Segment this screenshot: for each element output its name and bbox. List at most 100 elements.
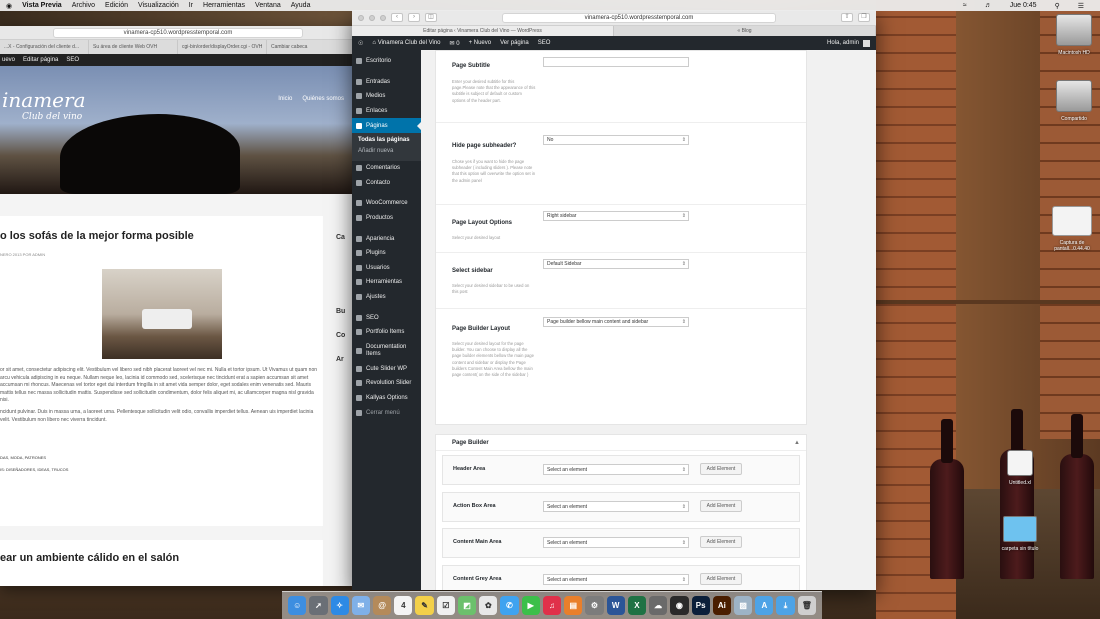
desktop-icon-compartido[interactable]: Compartido <box>1044 80 1100 122</box>
page-layout-select[interactable]: Right sidebar ⇕ <box>543 211 689 221</box>
dock-app-launchpad-icon[interactable]: ➚ <box>309 596 328 615</box>
dock-app-safari-icon[interactable]: ✧ <box>330 596 349 615</box>
hide-subheader-select[interactable]: No ⇕ <box>543 135 689 145</box>
menu-productos[interactable]: Productos <box>352 211 421 226</box>
menu-woocommerce[interactable]: WooCommerce <box>352 196 421 211</box>
dock-app-spotify-icon[interactable]: ◉ <box>670 596 689 615</box>
menu-cute-slider[interactable]: Cute Slider WP <box>352 362 421 377</box>
pb-element-select[interactable]: Select an element ⇕ <box>543 464 689 475</box>
desktop-icon-untitled-xl[interactable]: Untitled.xl <box>990 450 1050 486</box>
menu-escritorio[interactable]: Escritorio <box>352 54 421 69</box>
pb-element-select[interactable]: Select an element ⇕ <box>543 537 689 548</box>
dock-app-ibooks-icon[interactable]: ▤ <box>564 596 583 615</box>
forward-icon[interactable]: › <box>408 13 420 22</box>
add-element-button[interactable]: Add Element <box>700 573 742 585</box>
dock-app-contacts-icon[interactable]: @ <box>373 596 392 615</box>
volume-icon[interactable]: ♬ <box>985 2 992 9</box>
window-minimize-button[interactable] <box>369 14 375 21</box>
admin-new-link[interactable]: uevo <box>2 57 15 63</box>
add-element-button[interactable]: Add Element <box>700 500 742 512</box>
post-tag-list[interactable]: IS: DISEÑADORES, IDEAS, TRUCOS <box>0 464 323 476</box>
menu-herramientas[interactable]: Herramientas <box>352 275 421 290</box>
dock-app-messages-icon[interactable]: ✆ <box>500 596 519 615</box>
menubar-item-herramientas[interactable]: Herramientas <box>203 2 245 9</box>
nav-inicio[interactable]: Inicio <box>278 96 292 102</box>
url-field[interactable]: vinamera-cp510.wordpresstemporal.com <box>53 27 303 38</box>
submenu-todas-las-paginas[interactable]: Todas las páginas <box>358 135 421 146</box>
browser-tab[interactable]: « Blog <box>614 26 876 36</box>
desktop-icon-screenshot[interactable]: Captura de pantall...0.44.40 <box>1042 206 1100 252</box>
back-icon[interactable]: ‹ <box>391 13 403 22</box>
menubar-item-ventana[interactable]: Ventana <box>255 2 281 9</box>
admin-bar-seo[interactable]: SEO <box>538 40 551 46</box>
add-element-button[interactable]: Add Element <box>700 536 742 548</box>
window-close-button[interactable] <box>358 14 364 21</box>
wordpress-logo-icon[interactable]: ☉ <box>358 40 363 47</box>
admin-bar-site[interactable]: ⌂ Vinamera Club del Vino <box>372 40 440 46</box>
post-image[interactable] <box>101 269 222 359</box>
menubar-item-archivo[interactable]: Archivo <box>72 2 95 9</box>
admin-bar-view-page[interactable]: Ver página <box>500 40 529 46</box>
dock-app-mail-icon[interactable]: ✉ <box>351 596 370 615</box>
dock-app-illustrator-icon[interactable]: Ai <box>712 596 731 615</box>
menu-documentation-items[interactable]: Documentation Items <box>352 340 421 362</box>
menubar-app-name[interactable]: Vista Previa <box>22 2 62 9</box>
sidebar-select[interactable]: Default Sidebar ⇕ <box>543 259 689 269</box>
nav-quienes-somos[interactable]: Quiénes somos <box>302 96 344 102</box>
menu-contacto[interactable]: Contacto <box>352 176 421 191</box>
dock-app-photoshop-icon[interactable]: Ps <box>691 596 710 615</box>
menu-usuarios[interactable]: Usuarios <box>352 261 421 276</box>
wifi-icon[interactable]: ≈ <box>963 2 967 9</box>
menu-kallyas-options[interactable]: Kallyas Options <box>352 391 421 406</box>
dock-app-applications-icon[interactable]: A <box>755 596 774 615</box>
admin-bar-new[interactable]: + Nuevo <box>469 40 492 46</box>
desktop-icon-new-folder[interactable]: carpeta sin título <box>990 516 1050 552</box>
notification-center-icon[interactable]: ☰ <box>1078 2 1084 10</box>
menubar-item-visualizacion[interactable]: Visualización <box>138 2 179 9</box>
window-zoom-button[interactable] <box>380 14 386 21</box>
dock-app-excel-icon[interactable]: X <box>627 596 647 615</box>
apple-menu-icon[interactable]: ◉ <box>6 2 12 10</box>
browser-tab[interactable]: cgi-bin/order/displayOrder.cgi - OVH <box>178 40 267 54</box>
menubar-clock[interactable]: Jue 0:45 <box>1010 2 1037 9</box>
url-field[interactable]: vinamera-cp510.wordpresstemporal.com <box>502 12 776 23</box>
dock-app-trash-icon[interactable]: 🗑 <box>797 596 816 615</box>
pb-element-select[interactable]: Select an element ⇕ <box>543 574 689 585</box>
dock-app-word-icon[interactable]: W <box>606 596 625 615</box>
dock-app-preview-icon[interactable]: ▨ <box>733 596 753 615</box>
post-title[interactable]: o los sofás de la mejor forma posible <box>0 230 323 242</box>
menu-portfolio-items[interactable]: Portfolio Items <box>352 325 421 340</box>
share-icon[interactable]: ⇧ <box>841 13 853 22</box>
collapse-toggle-icon[interactable]: ▲ <box>794 435 800 451</box>
dock-app-calendar-icon[interactable]: 4 <box>394 596 413 615</box>
site-logo[interactable]: inamera Club del vino <box>2 88 86 122</box>
dock-app-maps-icon[interactable]: ◩ <box>457 596 477 615</box>
browser-tab[interactable]: Su área de cliente Web OVH <box>89 40 178 54</box>
dock-app-finder-icon[interactable]: ☺ <box>288 596 307 615</box>
browser-tab[interactable]: Cambiar cabeca <box>267 40 356 54</box>
submenu-anadir-nueva[interactable]: Añadir nueva <box>358 146 421 157</box>
menu-paginas[interactable]: Páginas <box>352 118 421 133</box>
admin-bar-comments[interactable]: ✉ 0 <box>450 40 460 47</box>
dock-app-itunes-icon[interactable]: ♫ <box>542 596 562 615</box>
dock-app-character-viewer-icon[interactable]: ☁ <box>649 596 668 615</box>
menubar-item-ayuda[interactable]: Ayuda <box>291 2 311 9</box>
menu-seo[interactable]: SEO <box>352 310 421 325</box>
admin-edit-page-link[interactable]: Editar página <box>23 57 58 63</box>
menu-revolution-slider[interactable]: Revolution Slider <box>352 376 421 391</box>
menu-enlaces[interactable]: Enlaces <box>352 104 421 119</box>
admin-seo-link[interactable]: SEO <box>66 57 79 63</box>
dock-app-notes-icon[interactable]: ✎ <box>415 596 434 615</box>
menubar-item-edicion[interactable]: Edición <box>105 2 128 9</box>
add-element-button[interactable]: Add Element <box>700 463 742 475</box>
menu-apariencia[interactable]: Apariencia <box>352 231 421 246</box>
post-categories[interactable]: DAS, MODA, PATRONES <box>0 452 323 464</box>
menu-medios[interactable]: Medios <box>352 89 421 104</box>
dock-app-photos-icon[interactable]: ✿ <box>479 596 498 615</box>
menu-comentarios[interactable]: Comentarios <box>352 161 421 176</box>
menu-ajustes[interactable]: Ajustes <box>352 290 421 305</box>
spotlight-icon[interactable]: ⚲ <box>1055 2 1060 10</box>
dock-app-downloads-icon[interactable]: ⤓ <box>776 596 795 615</box>
pb-element-select[interactable]: Select an element ⇕ <box>543 501 689 512</box>
post-title[interactable]: ear un ambiente cálido en el salón <box>0 552 323 564</box>
